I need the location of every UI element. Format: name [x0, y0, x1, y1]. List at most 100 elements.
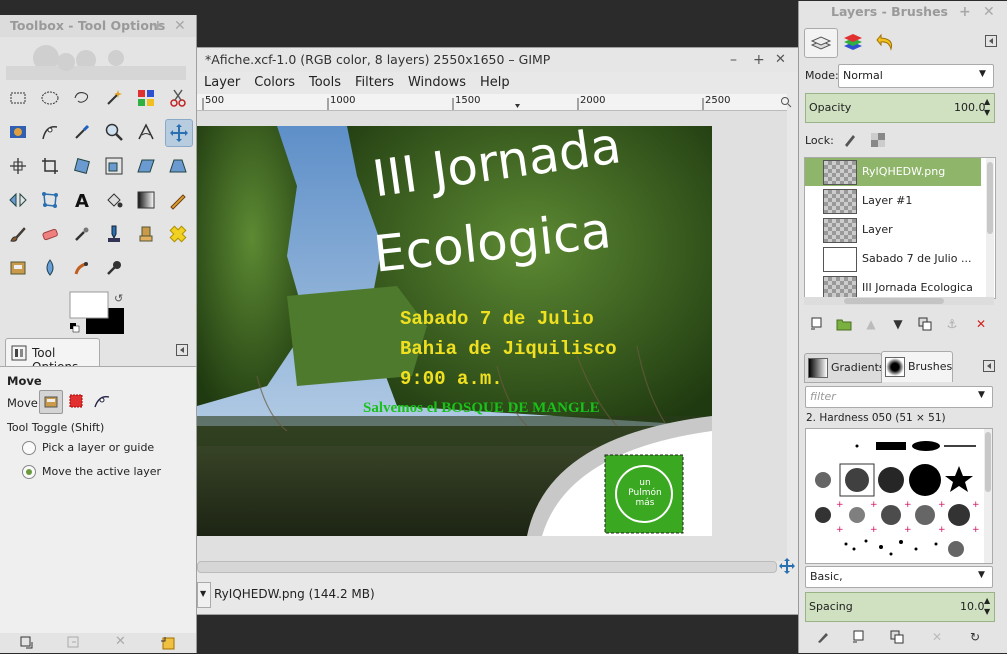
- tool-move[interactable]: [165, 119, 193, 147]
- tool-eraser[interactable]: [37, 221, 63, 247]
- tool-shear[interactable]: [133, 153, 159, 179]
- mode-select[interactable]: Normal ▼: [838, 64, 994, 88]
- close-icon[interactable]: ✕: [775, 48, 786, 72]
- tool-text[interactable]: A: [69, 187, 95, 213]
- menu-tools[interactable]: Tools: [302, 72, 348, 94]
- layer-row[interactable]: III Jornada Ecologica: [805, 274, 981, 298]
- tab-tool-options[interactable]: Tool Options: [5, 338, 100, 374]
- radio-pick-layer[interactable]: Pick a layer or guide: [22, 441, 154, 455]
- opacity-spin-icon[interactable]: ▲ ▼: [984, 96, 990, 118]
- tool-measure[interactable]: [133, 119, 159, 145]
- tool-fuzzy-select[interactable]: [101, 85, 127, 111]
- tab-channels[interactable]: [837, 28, 869, 56]
- delete-brush-icon[interactable]: ✕: [927, 627, 947, 647]
- menu-layer[interactable]: Layer: [197, 72, 247, 94]
- tool-perspective[interactable]: [165, 153, 191, 179]
- tab-menu-icon[interactable]: [983, 360, 995, 375]
- layers-hscrollbar[interactable]: [804, 297, 994, 305]
- tool-clone[interactable]: [133, 221, 159, 247]
- tool-airbrush[interactable]: [69, 221, 95, 247]
- tool-scale[interactable]: [101, 153, 127, 179]
- tab-menu-icon[interactable]: [176, 344, 188, 359]
- tool-paintbrush[interactable]: [5, 221, 31, 247]
- tool-pencil[interactable]: [165, 187, 191, 213]
- move-selection-mode-button[interactable]: [68, 393, 84, 412]
- save-tool-preset-icon[interactable]: [20, 636, 34, 653]
- close-icon[interactable]: ✕: [174, 15, 186, 37]
- canvas-area[interactable]: III Jornada Ecologica Sabado 7 de Julio …: [197, 111, 787, 561]
- restore-tool-preset-icon[interactable]: [67, 636, 81, 653]
- fg-bg-color-swatches[interactable]: ↺: [68, 290, 128, 336]
- spacing-slider[interactable]: Spacing 10.0 ▲ ▼: [805, 592, 995, 622]
- opacity-slider[interactable]: Opacity 100.0 ▲ ▼: [805, 93, 995, 123]
- lock-alpha-icon[interactable]: [870, 132, 886, 151]
- menu-help[interactable]: Help: [473, 72, 517, 94]
- duplicate-brush-icon[interactable]: [887, 627, 907, 647]
- tool-rect-select[interactable]: [5, 85, 31, 111]
- tool-blend[interactable]: [133, 187, 159, 213]
- tool-ellipse-select[interactable]: [37, 85, 63, 111]
- horizontal-scrollbar[interactable]: [197, 561, 777, 573]
- close-icon[interactable]: ✕: [983, 1, 995, 23]
- tool-free-select[interactable]: [69, 85, 95, 111]
- pin-icon[interactable]: +: [959, 1, 971, 23]
- brush-grid[interactable]: + + + + + + + + + +: [805, 428, 993, 564]
- tool-crop[interactable]: [37, 153, 63, 179]
- menu-windows[interactable]: Windows: [401, 72, 473, 94]
- lock-pixels-icon[interactable]: [842, 132, 858, 151]
- duplicate-layer-icon[interactable]: [915, 314, 935, 334]
- brush-filter-input[interactable]: filter ▼: [805, 386, 993, 408]
- spacing-spin-icon[interactable]: ▲ ▼: [984, 595, 990, 617]
- tab-layers[interactable]: [804, 28, 838, 58]
- delete-layer-icon[interactable]: ✕: [971, 314, 991, 334]
- new-layer-icon[interactable]: [807, 314, 827, 334]
- tool-blur[interactable]: [37, 255, 63, 281]
- reset-tool-options-icon[interactable]: [160, 635, 176, 654]
- tool-dodge-burn[interactable]: [101, 255, 127, 281]
- delete-tool-preset-icon[interactable]: ✕: [115, 634, 126, 649]
- lower-layer-icon[interactable]: ▼: [888, 314, 908, 334]
- tool-foreground-select[interactable]: [5, 119, 31, 145]
- layer-row[interactable]: Sabado 7 de Julio ...: [805, 245, 981, 273]
- edit-brush-icon[interactable]: [813, 627, 833, 647]
- raise-layer-icon[interactable]: ▲: [861, 314, 881, 334]
- brush-set-select[interactable]: Basic, ▼: [805, 566, 993, 588]
- layer-row[interactable]: RyIQHEDW.png: [805, 158, 981, 186]
- move-path-mode-button[interactable]: [93, 393, 111, 412]
- anchor-layer-icon[interactable]: ⚓: [942, 314, 962, 334]
- tool-flip[interactable]: [5, 187, 31, 213]
- layers-scrollbar[interactable]: [986, 158, 994, 298]
- zoom-toggle-icon[interactable]: [780, 96, 792, 111]
- tab-brushes[interactable]: Brushes: [881, 351, 953, 382]
- navigate-icon[interactable]: [779, 558, 795, 577]
- minimize-icon[interactable]: –: [730, 48, 737, 72]
- tool-select-by-color[interactable]: [133, 85, 159, 111]
- menu-colors[interactable]: Colors: [247, 72, 302, 94]
- pin-icon[interactable]: +: [152, 15, 164, 37]
- poster-canvas[interactable]: III Jornada Ecologica Sabado 7 de Julio …: [197, 126, 712, 536]
- new-layer-group-icon[interactable]: [834, 314, 854, 334]
- tab-undo-history[interactable]: [870, 28, 902, 56]
- unit-dropdown[interactable]: ▼: [197, 582, 211, 608]
- tool-smudge[interactable]: [69, 255, 95, 281]
- layer-row[interactable]: Layer #1: [805, 187, 981, 215]
- tool-rotate[interactable]: [69, 153, 95, 179]
- maximize-icon[interactable]: +: [753, 48, 765, 72]
- tool-heal[interactable]: [165, 221, 191, 247]
- tool-perspective-clone[interactable]: [5, 255, 31, 281]
- tool-scissors[interactable]: [165, 85, 191, 111]
- tool-ink[interactable]: [101, 221, 127, 247]
- new-brush-icon[interactable]: [849, 627, 869, 647]
- refresh-brushes-icon[interactable]: ↻: [965, 627, 985, 647]
- radio-move-active-layer[interactable]: Move the active layer: [22, 465, 161, 479]
- move-layer-mode-button[interactable]: [39, 390, 63, 414]
- horizontal-ruler[interactable]: 500 1000 1500 2000 2500: [197, 94, 787, 111]
- tab-gradients[interactable]: Gradients: [804, 353, 885, 383]
- tool-color-picker[interactable]: [69, 119, 95, 145]
- menu-filters[interactable]: Filters: [348, 72, 401, 94]
- brush-scrollbar[interactable]: [984, 429, 992, 563]
- tool-paths[interactable]: [37, 119, 63, 145]
- tool-align[interactable]: [5, 153, 31, 179]
- tool-zoom[interactable]: [101, 119, 127, 145]
- tab-menu-icon[interactable]: [985, 35, 997, 50]
